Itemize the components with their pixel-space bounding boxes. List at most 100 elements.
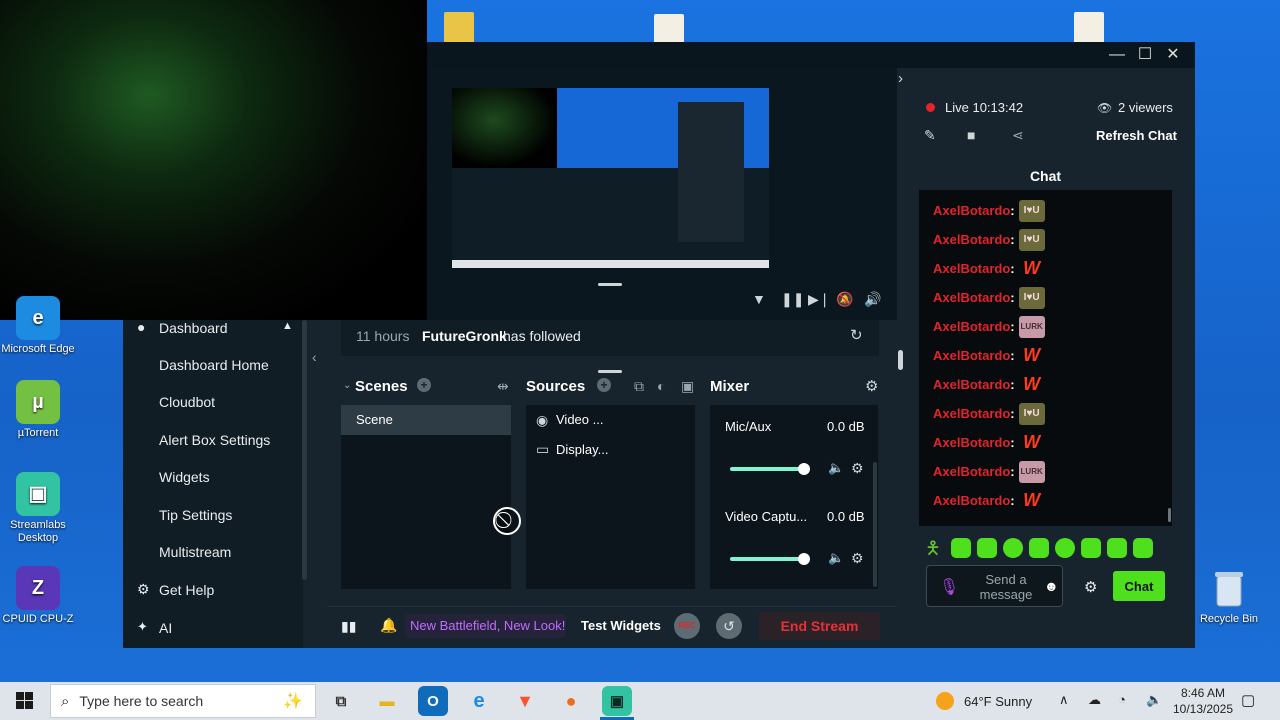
chat-username[interactable]: AxelBotardo — [933, 232, 1010, 247]
emote-picker-bar[interactable]: 🯅 — [925, 536, 941, 566]
volume-slider-track[interactable] — [730, 467, 804, 471]
windows-start-icon[interactable] — [16, 692, 33, 709]
pause-icon[interactable]: ❚❚ — [781, 291, 804, 308]
desktop-icon[interactable]: µ µTorrent — [0, 380, 76, 440]
edge-icon[interactable]: e — [464, 686, 494, 716]
emote-icon[interactable] — [1133, 538, 1153, 558]
chat-username[interactable]: AxelBotardo — [933, 261, 1010, 276]
sidebar-item[interactable]: Dashboard Home — [159, 357, 269, 373]
chat-username[interactable]: AxelBotardo — [933, 377, 1010, 392]
replay-buffer-icon[interactable]: ↺ — [716, 613, 742, 639]
add-source-icon[interactable]: + — [597, 378, 611, 392]
collapse-sidebar-chevron-icon[interactable]: ‹ — [312, 349, 317, 365]
panel-resize-handle[interactable] — [598, 370, 622, 373]
mixer-settings-gear-icon[interactable]: ⚙ — [865, 377, 878, 395]
preview-resize-handle[interactable] — [598, 283, 622, 286]
mixer-scrollbar[interactable] — [873, 462, 877, 587]
desktop-file-icon[interactable] — [1074, 12, 1104, 44]
desktop-zip-file-icon[interactable] — [444, 12, 474, 44]
add-scene-icon[interactable]: + — [417, 378, 431, 392]
chat-username[interactable]: AxelBotardo — [933, 435, 1010, 450]
scene-transition-icon[interactable]: ⇹ — [497, 378, 509, 395]
sidebar-item[interactable]: Tip Settings — [159, 507, 232, 523]
refresh-chat-link[interactable]: Refresh Chat — [1096, 128, 1177, 143]
weather-text[interactable]: 64°F Sunny — [964, 694, 1032, 709]
task-view-icon[interactable]: ⧉ — [326, 686, 356, 716]
chat-message-list[interactable]: AxelBotardo: I♥U AxelBotardo: I♥U AxelBotard… — [919, 190, 1172, 526]
chat-username[interactable]: AxelBotardo — [933, 319, 1010, 334]
chat-message-input[interactable]: 🎙 Send a message ☻ — [926, 565, 1063, 607]
chat-username[interactable]: AxelBotardo — [933, 290, 1010, 305]
wifi-icon[interactable]: ◔ — [1118, 692, 1126, 707]
maximize-button[interactable]: ☐ — [1134, 44, 1156, 66]
dock-resize-handle[interactable] — [898, 350, 903, 370]
outlook-icon[interactable]: O — [418, 686, 448, 716]
sidebar-item-get-help[interactable]: Get Help — [159, 582, 214, 598]
share-icon[interactable]: ⋖ — [1012, 127, 1024, 144]
desktop-icon-recycle-bin[interactable]: Recycle Bin — [1190, 566, 1268, 626]
chevron-down-icon[interactable]: ⌄ — [343, 380, 351, 391]
performance-stats-icon[interactable]: ▮▮ — [341, 618, 356, 635]
minimize-button[interactable]: — — [1106, 44, 1128, 66]
sidebar-item[interactable]: Cloudbot — [159, 394, 215, 410]
desktop-icon[interactable]: e Microsoft Edge — [0, 296, 76, 356]
sidebar-item[interactable]: Alert Box Settings — [159, 432, 270, 448]
streamlabs-taskbar-icon[interactable]: ▣ — [602, 686, 632, 716]
emote-icon[interactable] — [1003, 538, 1023, 558]
volume-slider-knob[interactable] — [798, 553, 810, 565]
source-folder-icon[interactable]: ▣ — [681, 378, 694, 395]
tray-chevron-up-icon[interactable]: ∧ — [1059, 692, 1069, 708]
chat-username[interactable]: AxelBotardo — [933, 348, 1010, 363]
notification-bell-icon[interactable]: 🔔 — [380, 617, 397, 634]
source-filter-icon[interactable]: ◐ — [657, 378, 665, 394]
end-stream-button[interactable]: End Stream — [759, 612, 880, 640]
chat-username[interactable]: AxelBotardo — [933, 493, 1010, 508]
desktop-icon[interactable]: ▣ Streamlabs Desktop — [0, 472, 76, 545]
volume-slider-knob[interactable] — [798, 463, 810, 475]
firefox-icon[interactable]: ● — [556, 686, 586, 716]
camera-icon[interactable]: ■ — [967, 127, 975, 143]
chat-settings-gear-icon[interactable]: ⚙ — [1084, 578, 1097, 596]
volume-slider-track[interactable] — [730, 557, 804, 561]
mute-icon[interactable]: 🔕 — [836, 291, 853, 308]
brave-icon[interactable]: ▼ — [510, 686, 540, 716]
file-explorer-icon[interactable]: ▬ — [372, 686, 402, 716]
volume-icon[interactable]: 🔊 — [864, 291, 881, 308]
chat-username[interactable]: AxelBotardo — [933, 464, 1010, 479]
channel-settings-gear-icon[interactable]: ⚙ — [851, 550, 864, 567]
source-group-icon[interactable]: ⧉ — [634, 378, 644, 395]
clock-date[interactable]: 10/13/2025 — [1172, 702, 1234, 716]
chat-scrollbar[interactable] — [1168, 508, 1171, 522]
source-item-label[interactable]: Display... — [556, 442, 609, 457]
emote-icon[interactable] — [1107, 538, 1127, 558]
desktop-icon[interactable]: Z CPUID CPU-Z — [0, 566, 76, 626]
onedrive-icon[interactable]: ☁ — [1088, 692, 1101, 708]
emote-icon[interactable] — [1029, 538, 1049, 558]
chevron-up-icon[interactable]: ▲ — [282, 320, 293, 332]
channel-settings-gear-icon[interactable]: ⚙ — [851, 460, 864, 477]
stream-preview-canvas[interactable] — [452, 88, 769, 268]
chat-username[interactable]: AxelBotardo — [933, 406, 1010, 421]
replay-icon[interactable]: ↻ — [850, 326, 863, 344]
taskbar-search-input[interactable]: ⌕ Type here to search ✨ — [50, 684, 316, 718]
test-widgets-button[interactable]: Test Widgets — [581, 618, 661, 633]
emote-icon[interactable] — [1055, 538, 1075, 558]
sidebar-item-ai[interactable]: AI — [159, 620, 172, 636]
chat-username[interactable]: AxelBotardo — [933, 203, 1010, 218]
close-button[interactable]: ✕ — [1162, 44, 1184, 66]
channel-mute-icon[interactable]: 🔈 — [828, 550, 844, 566]
emote-icon[interactable] — [1081, 538, 1101, 558]
sidebar-item-dashboard[interactable]: Dashboard — [159, 320, 228, 336]
microphone-icon[interactable]: 🎙 — [939, 577, 959, 597]
clock-time[interactable]: 8:46 AM — [1178, 686, 1228, 700]
edit-pencil-icon[interactable]: ✎ — [924, 127, 936, 144]
channel-mute-icon[interactable]: 🔈 — [828, 460, 844, 476]
sidebar-item[interactable]: Widgets — [159, 469, 210, 485]
emoji-icon[interactable]: ☻ — [1044, 578, 1059, 594]
sidebar-item[interactable]: Multistream — [159, 544, 231, 560]
emote-icon[interactable] — [951, 538, 971, 558]
collapse-chat-chevron-icon[interactable]: › — [898, 70, 903, 87]
speaker-icon[interactable]: 🔈 — [1146, 692, 1162, 708]
notifications-icon[interactable]: ▢ — [1241, 691, 1255, 709]
record-button[interactable]: REC — [674, 613, 700, 639]
